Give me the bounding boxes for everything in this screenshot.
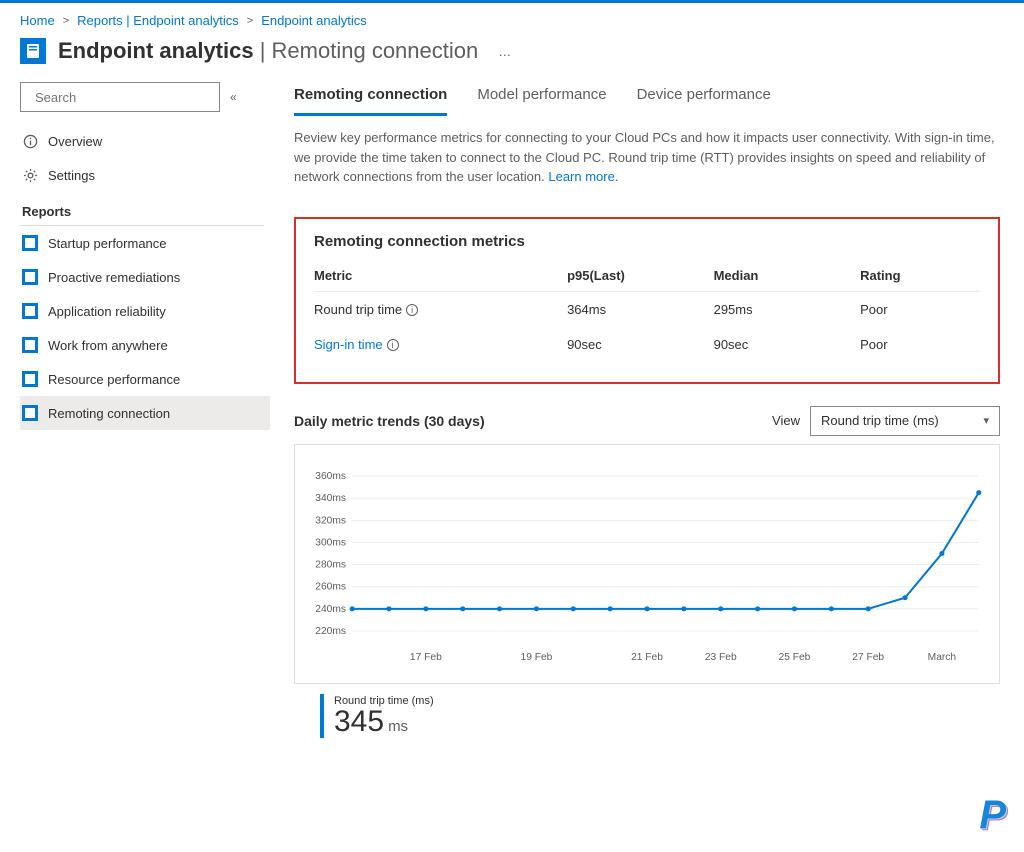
page-header: Endpoint analytics | Remoting connection…: [0, 34, 1024, 82]
sidebar: « Overview Settings Reports Startup perf…: [20, 82, 270, 738]
metrics-table: Metric p95(Last) Median Rating Round tri…: [314, 260, 980, 362]
search-input[interactable]: [20, 82, 220, 112]
info-icon[interactable]: i: [387, 339, 399, 351]
description-text: Review key performance metrics for conne…: [294, 128, 1000, 187]
breadcrumb: Home > Reports | Endpoint analytics > En…: [0, 3, 1024, 34]
report-icon: [22, 235, 38, 251]
sidebar-item-label: Resource performance: [48, 372, 180, 387]
svg-text:25 Feb: 25 Feb: [779, 652, 811, 663]
trends-header: Daily metric trends (30 days) View Round…: [294, 406, 1000, 436]
notebook-icon: [20, 38, 46, 64]
col-rating: Rating: [860, 260, 980, 292]
svg-text:360ms: 360ms: [315, 471, 346, 482]
svg-text:280ms: 280ms: [315, 559, 346, 570]
info-icon: [22, 133, 38, 149]
sidebar-item-label: Work from anywhere: [48, 338, 168, 353]
table-row: Round trip timei 364ms 295ms Poor: [314, 291, 980, 327]
slab-unit: ms: [388, 718, 408, 735]
sidebar-item-label: Proactive remediations: [48, 270, 180, 285]
sidebar-item-label: Settings: [48, 168, 95, 183]
page-title-separator: |: [254, 38, 272, 63]
cell-rating: Poor: [860, 327, 980, 362]
page-title-sub: Remoting connection: [272, 38, 479, 63]
chevron-down-icon: ▾: [983, 414, 989, 427]
cell-rating: Poor: [860, 291, 980, 327]
cell-metric: Round trip timei: [314, 291, 567, 327]
report-icon: [22, 337, 38, 353]
view-label: View: [772, 413, 800, 428]
sidebar-item-label: Overview: [48, 134, 102, 149]
col-metric: Metric: [314, 260, 567, 292]
summary-slab: Round trip time (ms) 345ms: [320, 694, 1000, 738]
col-median: Median: [714, 260, 861, 292]
svg-text:300ms: 300ms: [315, 537, 346, 548]
sidebar-item-resource-perf[interactable]: Resource performance: [20, 362, 270, 396]
view-select[interactable]: Round trip time (ms) ▾: [810, 406, 1000, 436]
breadcrumb-current[interactable]: Endpoint analytics: [261, 13, 367, 28]
svg-text:27 Feb: 27 Feb: [852, 652, 884, 663]
svg-text:240ms: 240ms: [315, 603, 346, 614]
sidebar-item-label: Application reliability: [48, 304, 166, 319]
metrics-card: Remoting connection metrics Metric p95(L…: [294, 217, 1000, 384]
sidebar-item-startup[interactable]: Startup performance: [20, 226, 270, 260]
gear-icon: [22, 167, 38, 183]
report-icon: [22, 303, 38, 319]
cell-median: 295ms: [714, 291, 861, 327]
cell-p95: 90sec: [567, 327, 714, 362]
more-button[interactable]: …: [498, 44, 513, 59]
svg-text:220ms: 220ms: [315, 626, 346, 637]
sidebar-item-overview[interactable]: Overview: [20, 124, 270, 158]
cell-p95: 364ms: [567, 291, 714, 327]
svg-text:260ms: 260ms: [315, 581, 346, 592]
cell-median: 90sec: [714, 327, 861, 362]
report-icon: [22, 371, 38, 387]
report-icon: [22, 269, 38, 285]
view-selected-value: Round trip time (ms): [821, 413, 939, 428]
sign-in-time-link[interactable]: Sign-in time: [314, 337, 383, 352]
sidebar-item-app-reliability[interactable]: Application reliability: [20, 294, 270, 328]
svg-text:21 Feb: 21 Feb: [631, 652, 663, 663]
sidebar-section-reports: Reports: [20, 192, 270, 225]
info-icon[interactable]: i: [406, 304, 418, 316]
search-field[interactable]: [35, 90, 211, 105]
sidebar-collapse-button[interactable]: «: [230, 90, 237, 104]
tab-remoting-connection[interactable]: Remoting connection: [294, 82, 447, 116]
sidebar-item-remoting[interactable]: Remoting connection: [20, 396, 270, 430]
sidebar-item-proactive[interactable]: Proactive remediations: [20, 260, 270, 294]
chevron-right-icon: >: [247, 15, 253, 27]
sidebar-item-label: Startup performance: [48, 236, 167, 251]
sidebar-item-work-anywhere[interactable]: Work from anywhere: [20, 328, 270, 362]
sidebar-item-label: Remoting connection: [48, 406, 170, 421]
cell-metric: Sign-in time i: [314, 327, 567, 362]
svg-text:320ms: 320ms: [315, 515, 346, 526]
slab-value: 345: [334, 705, 384, 738]
svg-text:March: March: [928, 652, 956, 663]
table-row: Sign-in time i 90sec 90sec Poor: [314, 327, 980, 362]
breadcrumb-reports-link[interactable]: Reports | Endpoint analytics: [77, 13, 239, 28]
col-p95: p95(Last): [567, 260, 714, 292]
breadcrumb-home[interactable]: Home: [20, 13, 55, 28]
main-content: Remoting connection Model performance De…: [270, 82, 1024, 738]
tab-device-performance[interactable]: Device performance: [637, 82, 771, 116]
learn-more-link[interactable]: Learn more.: [548, 169, 618, 184]
svg-text:340ms: 340ms: [315, 493, 346, 504]
metrics-card-title: Remoting connection metrics: [314, 233, 980, 250]
chevron-right-icon: >: [63, 15, 69, 27]
report-icon: [22, 405, 38, 421]
trends-chart: 220ms 240ms 260ms 280ms 300ms 320ms 340ms 360ms…: [294, 444, 1000, 684]
svg-text:17 Feb: 17 Feb: [410, 652, 442, 663]
svg-text:23 Feb: 23 Feb: [705, 652, 737, 663]
brand-logo: P: [979, 793, 1006, 838]
slab-bar: [320, 694, 324, 738]
tab-model-performance[interactable]: Model performance: [477, 82, 606, 116]
tabs: Remoting connection Model performance De…: [294, 82, 1000, 116]
sidebar-item-settings[interactable]: Settings: [20, 158, 270, 192]
trends-title: Daily metric trends (30 days): [294, 413, 772, 429]
page-title-main: Endpoint analytics: [58, 38, 254, 63]
svg-text:19 Feb: 19 Feb: [521, 652, 553, 663]
